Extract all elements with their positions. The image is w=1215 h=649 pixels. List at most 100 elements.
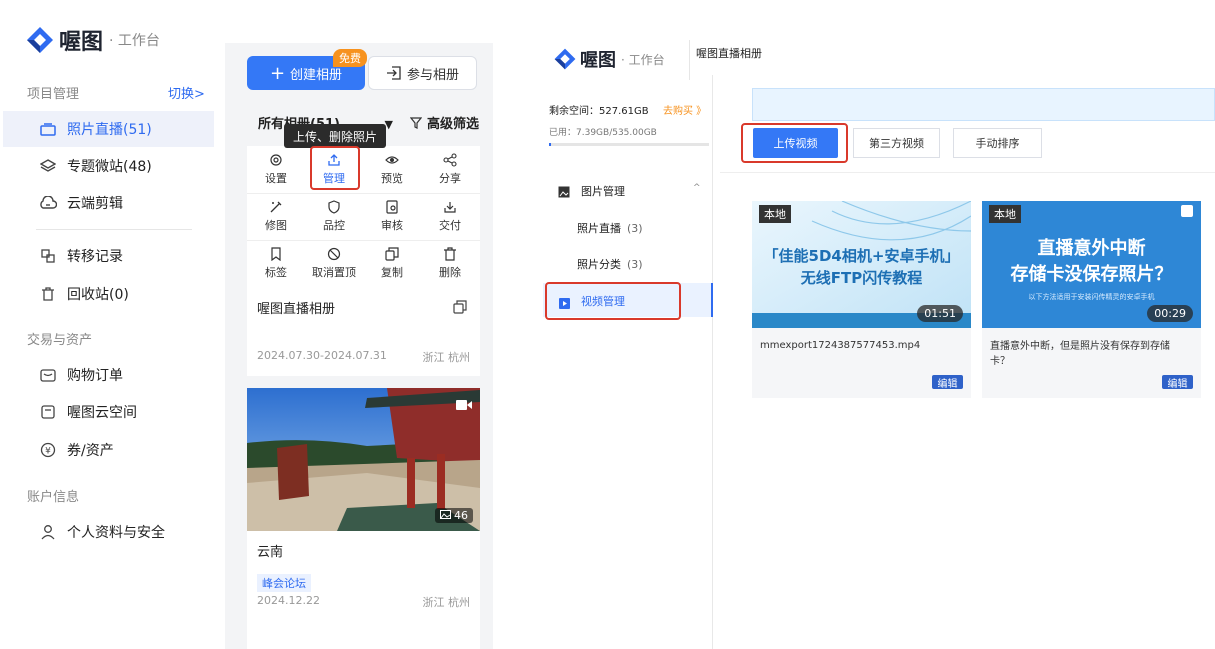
storage-label: 剩余空间： xyxy=(549,106,599,117)
nav-label: 转移记录 xyxy=(67,249,123,265)
op-button[interactable]: 修图 xyxy=(247,193,305,239)
storage-progress xyxy=(549,143,709,146)
album-dates: 2024.07.30-2024.07.31 xyxy=(257,349,387,362)
nav-label: 购物订单 xyxy=(67,368,123,384)
brand-name: 喔图 xyxy=(59,30,104,55)
brand-subtitle: · 工作台 xyxy=(621,52,665,67)
highlight-upload-button xyxy=(741,123,848,163)
op-button[interactable]: 复制 xyxy=(363,240,421,286)
op-button[interactable]: 交付 xyxy=(421,193,479,239)
video-filename: mmexport1724387577453.mp4 xyxy=(760,340,921,351)
copy-icon xyxy=(385,246,399,261)
magic-wand-icon xyxy=(270,201,282,212)
op-button[interactable]: 取消置顶 xyxy=(305,240,363,286)
coupon-icon: ¥ xyxy=(39,441,57,459)
video-filename: 直播意外中断，但是照片没有保存到存储卡？ xyxy=(990,341,1170,367)
enter-icon xyxy=(386,66,402,80)
album-sidebar: 剩余空间：527.61GB 去购买 》 已用：7.39GB/535.00GB 图… xyxy=(525,75,713,649)
share-icon xyxy=(443,152,457,167)
divider xyxy=(36,229,192,230)
logo-icon xyxy=(554,48,576,70)
section-project: 项目管理 xyxy=(27,87,80,102)
op-label: 分享 xyxy=(439,171,461,185)
album-operations-grid: 设置 管理 预览 分享 修图 品控 审核 交付 标签 取消置顶 复制 删除 xyxy=(247,146,480,288)
source-tag: 本地 xyxy=(759,205,791,223)
brand-name: 喔图 xyxy=(580,50,616,71)
album-icon xyxy=(39,120,57,138)
menu-item-photo-category[interactable]: 照片分类 (3) xyxy=(577,256,643,272)
op-button[interactable]: 设置 xyxy=(247,146,305,192)
op-label: 交付 xyxy=(439,218,461,232)
album-card[interactable]: 喔图直播相册 2024.07.30-2024.07.31 浙江 杭州 xyxy=(247,288,480,376)
nav-label: 喔图云空间 xyxy=(67,405,137,421)
transfer-icon xyxy=(39,247,57,265)
highlight-manage xyxy=(310,146,360,190)
nav-coupons[interactable]: ¥ 券/资产 xyxy=(3,432,214,468)
op-label: 标签 xyxy=(265,265,287,279)
video-card[interactable]: 直播意外中断 存储卡没保存照片？ 以下方法适用于安装闪传精灵的安卓手机 本地 0… xyxy=(982,201,1201,398)
op-label: 复制 xyxy=(381,265,403,279)
advanced-filter-button[interactable]: 高级筛选 xyxy=(410,113,479,132)
edit-button[interactable]: 编辑 xyxy=(1162,375,1193,390)
join-album-button[interactable]: 参与相册 xyxy=(368,56,477,90)
third-party-video-button[interactable]: 第三方视频 xyxy=(853,128,940,158)
brand-subtitle: · 工作台 xyxy=(109,33,160,49)
nav-label: 照片直播(51) xyxy=(67,122,152,138)
photo-count: 46 xyxy=(454,509,468,522)
nav-label: 券/资产 xyxy=(67,443,114,459)
brand-logo[interactable]: 喔图 · 工作台 xyxy=(25,24,160,56)
left-sidebar: 喔图 · 工作台 项目管理 切换> 照片直播(51) 专题微站(48) 云端剪辑… xyxy=(0,0,225,649)
nav-label: 回收站(0) xyxy=(67,287,129,303)
video-management-page: 喔图 · 工作台 喔图直播相册 剩余空间：527.61GB 去购买 》 已用：7… xyxy=(493,0,1215,649)
cloud-edit-icon xyxy=(39,194,57,212)
op-button[interactable]: 品控 xyxy=(305,193,363,239)
unpin-icon xyxy=(327,247,341,260)
album-panel: + 创建相册 免费 参与相册 所有相册(51) ▼ 高级筛选 设置管理预览分享修… xyxy=(225,43,493,649)
op-button[interactable]: 审核 xyxy=(363,193,421,239)
nav-transfer-records[interactable]: 转移记录 xyxy=(3,238,214,274)
edit-button[interactable]: 编辑 xyxy=(932,375,963,390)
op-button[interactable]: 分享 xyxy=(421,146,479,192)
nav-topic-site[interactable]: 专题微站(48) xyxy=(3,148,214,184)
op-label: 取消置顶 xyxy=(312,265,356,279)
cloud-space-icon xyxy=(39,403,57,421)
nav-cloud-edit[interactable]: 云端剪辑 xyxy=(3,185,214,221)
nav-orders[interactable]: 购物订单 xyxy=(3,357,214,393)
storage-value: 527.61GB xyxy=(599,106,649,117)
manual-sort-button[interactable]: 手动排序 xyxy=(953,128,1042,158)
menu-count: (3) xyxy=(627,258,643,271)
op-button[interactable]: 预览 xyxy=(363,146,421,192)
copy-icon[interactable] xyxy=(453,299,467,318)
order-icon xyxy=(39,366,57,384)
thumbnail-headline-2: 无线FTP闪传教程 xyxy=(800,269,923,287)
menu-item-photo-live[interactable]: 照片直播 (3) xyxy=(577,220,643,236)
video-badge-icon xyxy=(456,396,472,415)
switch-link[interactable]: 切换> xyxy=(168,83,205,102)
op-button[interactable]: 标签 xyxy=(247,240,305,286)
album-card[interactable]: 46 云南 峰会论坛 2024.12.22 浙江 杭州 xyxy=(247,388,480,649)
divider xyxy=(720,172,1215,173)
album-tag: 峰会论坛 xyxy=(257,574,311,592)
chevron-up-icon[interactable]: ^ xyxy=(693,183,701,193)
nav-cloud-space[interactable]: 喔图云空间 xyxy=(3,394,214,430)
menu-group-image[interactable]: 图片管理 xyxy=(581,183,625,199)
video-card[interactable]: 「佳能5D4相机+安卓手机」 无线FTP闪传教程 本地 01:51 mmexpo… xyxy=(752,201,971,398)
nav-label: 专题微站(48) xyxy=(67,159,152,175)
nav-profile-security[interactable]: 个人资料与安全 xyxy=(3,514,214,550)
video-thumbnail: 「佳能5D4相机+安卓手机」 无线FTP闪传教程 本地 01:51 xyxy=(752,201,971,328)
nav-label: 个人资料与安全 xyxy=(67,525,165,541)
storage-used-text: 已用：7.39GB/535.00GB xyxy=(549,128,657,138)
brand-logo[interactable]: 喔图 · 工作台 xyxy=(553,46,665,72)
thumbnail-headline-1: 「佳能5D4相机+安卓手机」 xyxy=(763,247,960,265)
op-label: 删除 xyxy=(439,265,461,279)
op-button[interactable]: 删除 xyxy=(421,240,479,286)
select-checkbox[interactable] xyxy=(1181,205,1193,217)
divider xyxy=(689,40,690,80)
nav-photo-live[interactable]: 照片直播(51) xyxy=(3,111,214,147)
nav-recycle-bin[interactable]: 回收站(0) xyxy=(3,276,214,312)
download-icon xyxy=(444,201,456,213)
section-trade: 交易与资产 xyxy=(27,333,93,348)
buy-storage-link[interactable]: 去购买 》 xyxy=(663,102,706,117)
album-title: 喔图直播相册 xyxy=(257,302,336,317)
logo-icon xyxy=(27,27,53,53)
